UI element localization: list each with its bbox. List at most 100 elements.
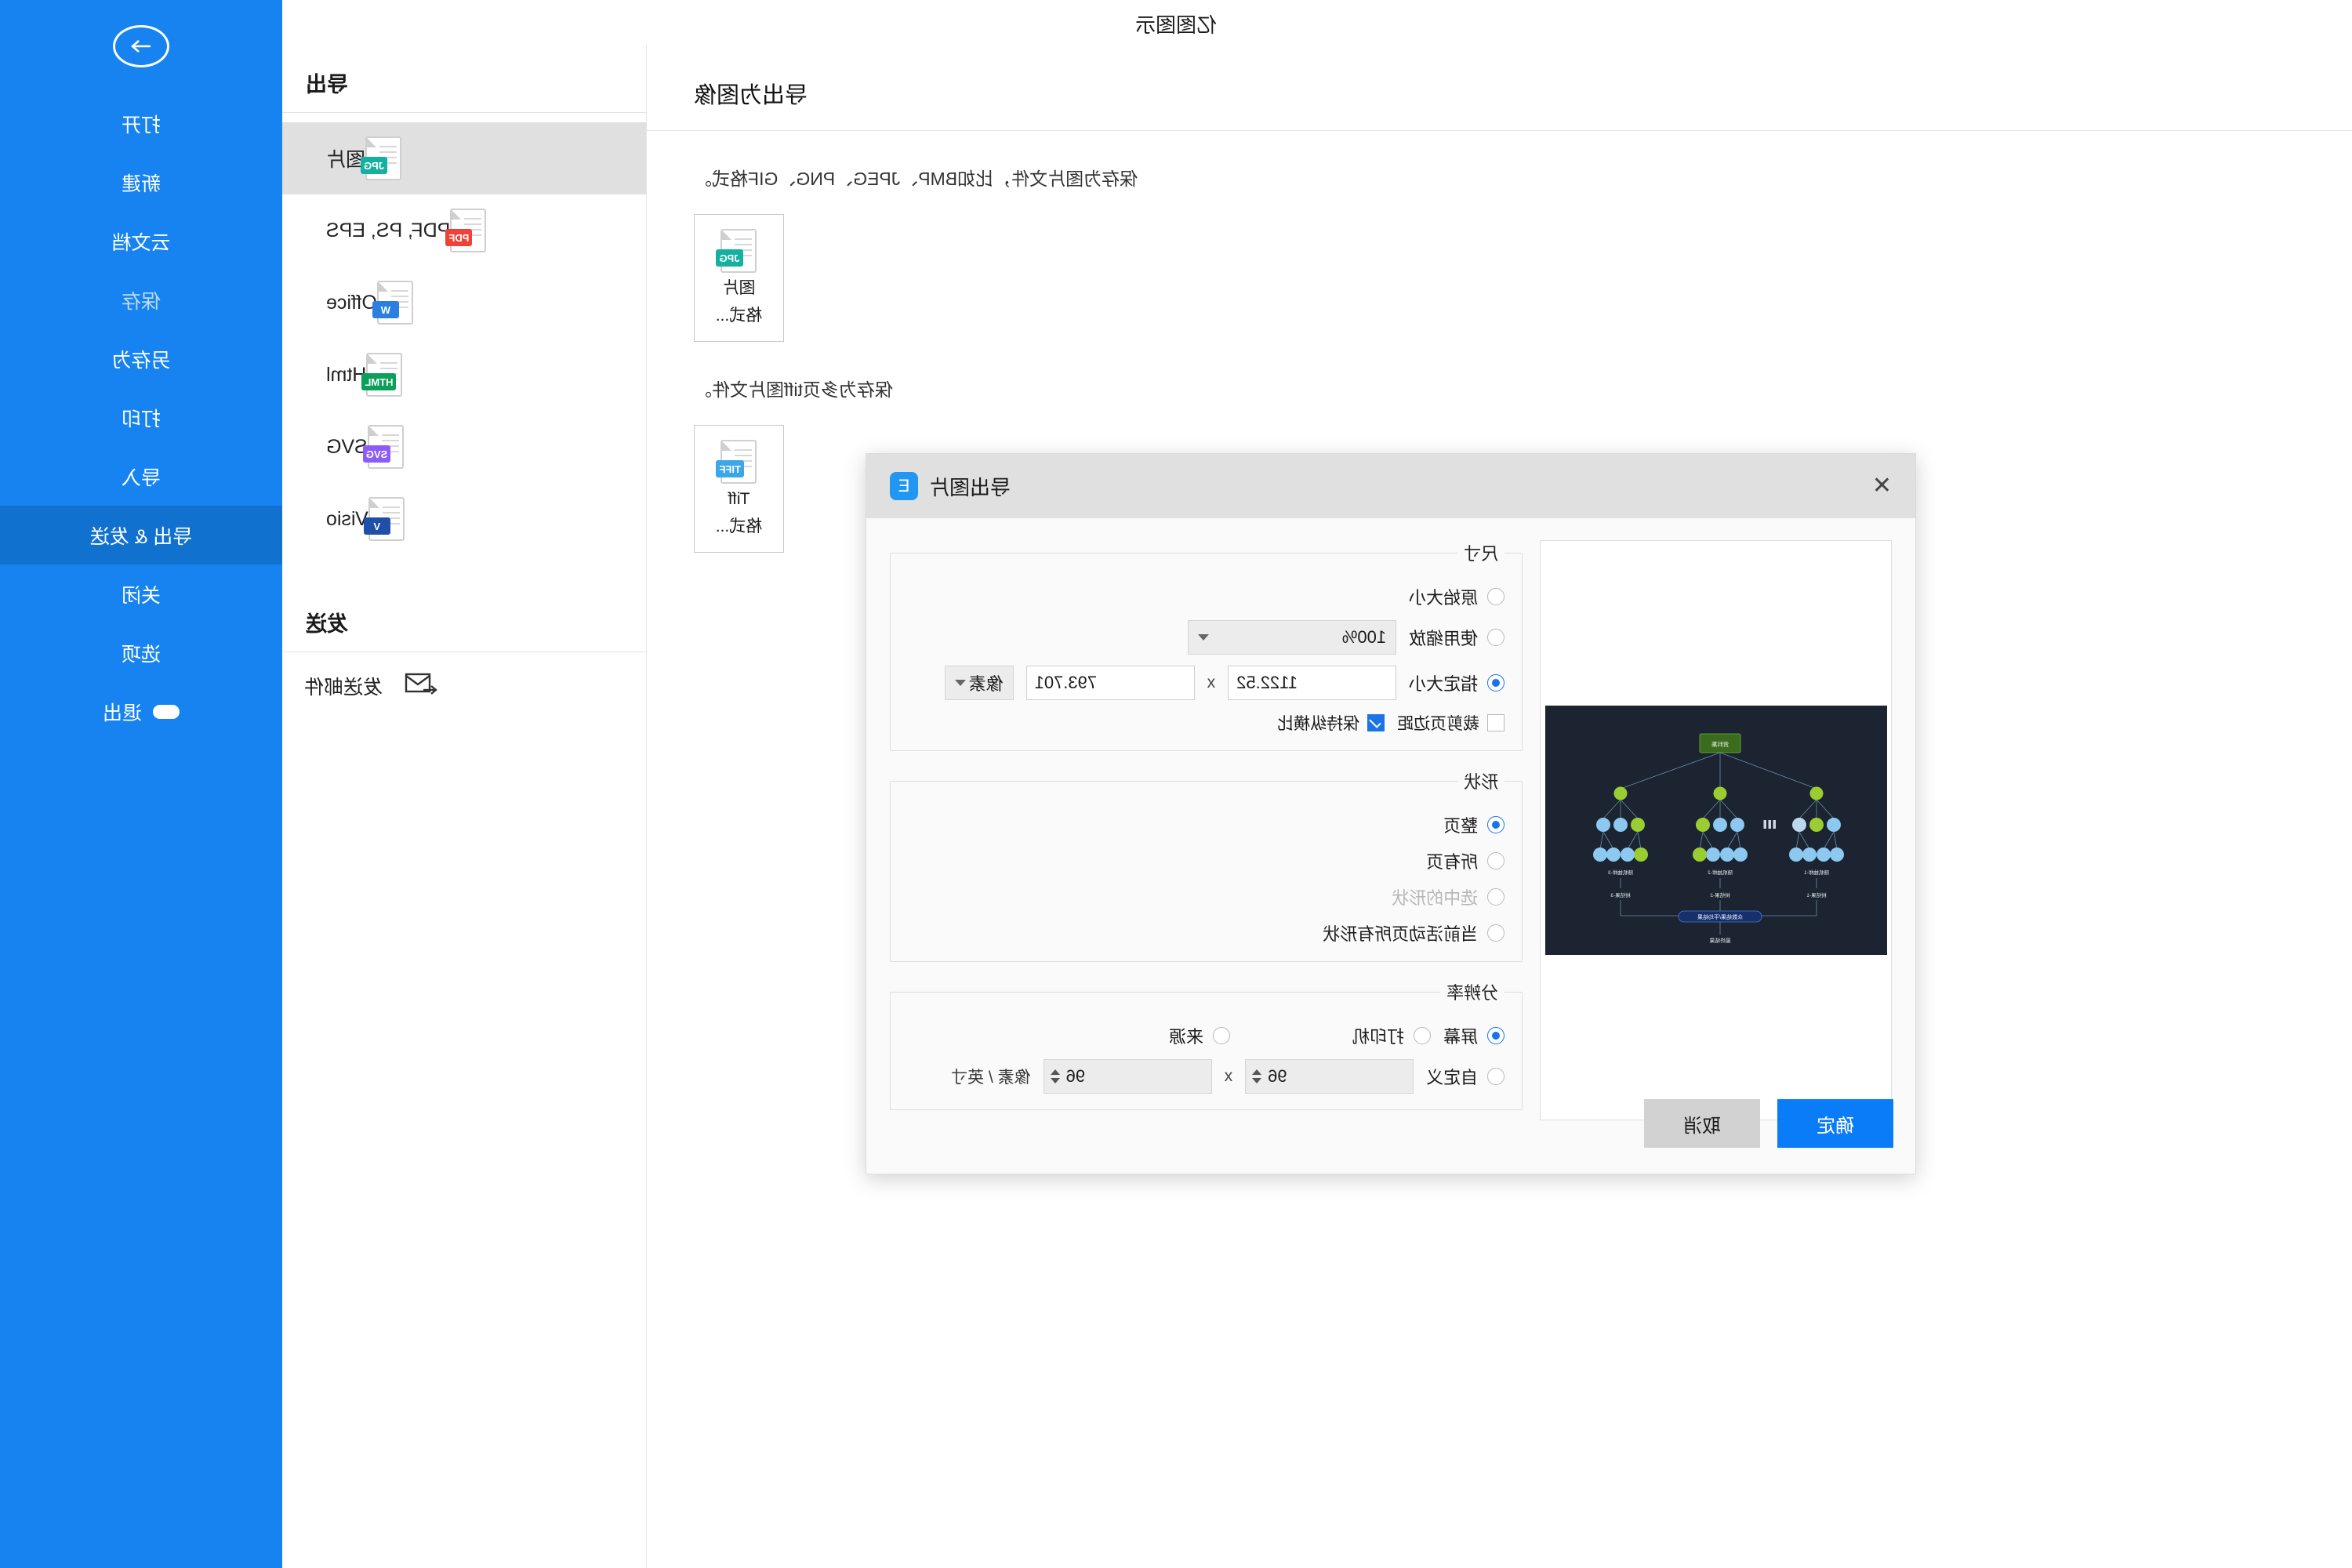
shape-option-row: 当前活动页所有形状 xyxy=(908,920,1505,946)
minus-pill-icon xyxy=(153,704,180,719)
resolution-group-legend: 分辨率 xyxy=(1446,983,1499,1003)
radio-indicator xyxy=(1213,1027,1231,1044)
preview-pane: 资料集 随机抽样-1 树结果-1 随机抽样-2 树结果-2 随机抽样-3 树结果-3 众数结果… xyxy=(1540,540,1892,1120)
unit-select[interactable]: 像素 xyxy=(944,666,1014,700)
app-window: 亿图图示 V 干言不赞 xyxy=(0,0,2352,1568)
export-section-0: 保存为图片文件，比如BMP、JPEG、PNG、GIF格式。 JPG 图片 格式... xyxy=(647,131,2352,342)
sidebar-item-6[interactable]: 导入 xyxy=(0,447,282,506)
preview-thumbnail: 资料集 随机抽样-1 树结果-1 随机抽样-2 树结果-2 随机抽样-3 树结果-3 众数结果… xyxy=(1544,706,1887,955)
radio-label: 指定大小 xyxy=(1409,674,1479,694)
app-title: 亿图图示 xyxy=(1135,13,1218,37)
title-bar: 亿图图示 xyxy=(0,0,2352,45)
sidebar-item-0[interactable]: 打开 xyxy=(0,94,282,153)
diagram-preview: 资料集随机抽样-1 树结果-1 随机抽样-2 树结果-2 随机抽样-3 树结果-3 众数结果… xyxy=(1592,733,1844,944)
export-format-item-1[interactable]: PDF PDF, PS, EPS xyxy=(282,194,646,267)
format-card-subtitle: 格式... xyxy=(715,306,763,325)
export-format-label: Visio xyxy=(326,507,368,530)
export-panel-header: 导出 xyxy=(306,73,348,96)
export-format-item-5[interactable]: V Visio xyxy=(282,483,646,555)
app-logo-icon: E xyxy=(890,472,918,500)
file-w-icon: W xyxy=(372,281,413,325)
checkbox-indicator xyxy=(1367,714,1385,731)
radio-source[interactable]: 来源 xyxy=(1169,1023,1231,1048)
zoom-select[interactable]: 100% xyxy=(1188,620,1397,655)
unit-value: 像素 xyxy=(968,674,1004,694)
height-input[interactable]: 793.701 xyxy=(1025,666,1195,700)
radio-indicator xyxy=(1487,674,1505,691)
checkbox-keep-aspect-ratio[interactable]: 保持纵横比 xyxy=(1277,711,1385,735)
file-jpg-icon: JPG xyxy=(716,229,757,274)
size-group: 尺寸 原始大小 使用缩放 100% 指定大小 1122.52 x 793.701… xyxy=(890,540,1523,751)
radio-screen[interactable]: 屏幕 xyxy=(1443,1023,1505,1048)
radio-label: 屏幕 xyxy=(1443,1027,1479,1047)
width-input[interactable]: 1122.52 xyxy=(1228,666,1397,700)
sidebar: 打开新建云文档保存另存为打印 导入 导出 & 发送 关闭 选项 退出 xyxy=(0,0,282,1568)
sidebar-item-4[interactable]: 另存为 xyxy=(0,329,282,388)
size-option-row-original: 原始大小 xyxy=(908,584,1505,609)
cancel-button[interactable]: 取消 xyxy=(1644,1099,1760,1148)
size-option-row-custom: 指定大小 1122.52 x 793.701 像素 xyxy=(908,666,1505,700)
export-format-label: Office xyxy=(326,291,377,314)
radio-label: 原始大小 xyxy=(1409,588,1479,608)
section-description: 保存为多页tiff图片文件。 xyxy=(694,379,893,400)
sidebar-item-8[interactable]: 关闭 xyxy=(0,564,282,623)
send-list: 发送邮件 xyxy=(282,652,646,720)
radio-label: 选中的形状 xyxy=(1392,888,1479,908)
back-button[interactable] xyxy=(0,25,282,67)
sidebar-item-2[interactable]: 云文档 xyxy=(0,212,282,270)
radio-indicator xyxy=(1487,629,1505,646)
format-card-0[interactable]: JPG 图片格式... xyxy=(694,214,784,342)
send-item-label: 发送邮件 xyxy=(304,677,383,699)
export-format-label: Html xyxy=(326,363,367,386)
radio-specified-size[interactable]: 指定大小 xyxy=(1409,670,1505,695)
format-card-title: 图片 xyxy=(722,279,756,298)
format-card-1[interactable]: TIFF Tiff 格式... xyxy=(694,425,784,553)
export-format-item-0[interactable]: JPG 图片 xyxy=(282,122,646,194)
file-jpg-icon: JPG xyxy=(361,136,402,180)
file-html-icon: HTML xyxy=(361,353,403,397)
sidebar-item-label: 保存 xyxy=(122,290,162,313)
dialog-close-icon[interactable]: ✕ xyxy=(1872,473,1892,499)
send-panel-header: 发送 xyxy=(306,612,348,636)
export-format-label: SVG xyxy=(326,435,368,458)
sidebar-item-3[interactable]: 保存 xyxy=(0,270,282,329)
radio-printer[interactable]: 打印机 xyxy=(1352,1023,1432,1048)
radio-original-size[interactable]: 原始大小 xyxy=(1409,584,1505,609)
checkbox-crop-margin[interactable]: 裁剪页边距 xyxy=(1397,711,1505,735)
sidebar-item-7[interactable]: 导出 & 发送 xyxy=(0,506,282,564)
export-format-item-3[interactable]: HTML Html xyxy=(282,339,646,411)
radio-indicator xyxy=(1487,888,1505,906)
radio-label: 整页 xyxy=(1443,816,1479,836)
shape-group: 形状 整页 所有页 选中的形状 当前活动页所有形状 xyxy=(890,768,1523,962)
radio-whole-page[interactable]: 整页 xyxy=(1443,812,1505,837)
svg-text:树结果-1: 树结果-1 xyxy=(1806,891,1827,898)
radio-all-pages[interactable]: 所有页 xyxy=(1426,848,1505,873)
dialog-options: 尺寸 原始大小 使用缩放 100% 指定大小 1122.52 x 793.701… xyxy=(890,540,1523,1127)
radio-label: 当前活动页所有形状 xyxy=(1323,924,1479,944)
format-card-title: Tiff xyxy=(728,490,750,509)
sidebar-item-label: 云文档 xyxy=(111,231,171,254)
export-format-item-4[interactable]: SVG SVG xyxy=(282,411,646,483)
sidebar-item-1[interactable]: 新建 xyxy=(0,153,282,212)
divider xyxy=(282,112,646,113)
svg-text:资料集: 资料集 xyxy=(1711,740,1729,748)
resolution-option-row: 屏幕 打印机 来源 xyxy=(908,1023,1505,1048)
export-format-label: PDF, PS, EPS xyxy=(326,219,451,241)
sidebar-item-10[interactable]: 退出 xyxy=(0,682,282,741)
radio-label: 所有页 xyxy=(1426,852,1479,872)
sidebar-item-5[interactable]: 打印 xyxy=(0,388,282,447)
export-format-item-2[interactable]: W Office xyxy=(282,267,646,339)
send-item-0[interactable]: 发送邮件 xyxy=(282,652,646,720)
export-image-dialog: E 导出图片 ✕ 尺寸 原始大小 使用缩放 100% 指定大小 1122.52 … xyxy=(866,453,1916,1174)
file-pdf-icon: PDF xyxy=(445,209,487,252)
file-v-icon: V xyxy=(363,497,405,541)
sidebar-item-label: 打开 xyxy=(122,114,162,136)
radio-use-zoom[interactable]: 使用缩放 xyxy=(1409,625,1505,650)
format-card-subtitle: 格式... xyxy=(715,517,763,535)
ok-button[interactable]: 确定 xyxy=(1777,1099,1893,1148)
shape-option-row: 所有页 xyxy=(908,848,1505,873)
sidebar-item-label: 另存为 xyxy=(111,349,171,372)
radio-label: 打印机 xyxy=(1352,1027,1405,1047)
sidebar-item-9[interactable]: 选项 xyxy=(0,623,282,682)
radio-active-page-shapes[interactable]: 当前活动页所有形状 xyxy=(1323,920,1505,946)
